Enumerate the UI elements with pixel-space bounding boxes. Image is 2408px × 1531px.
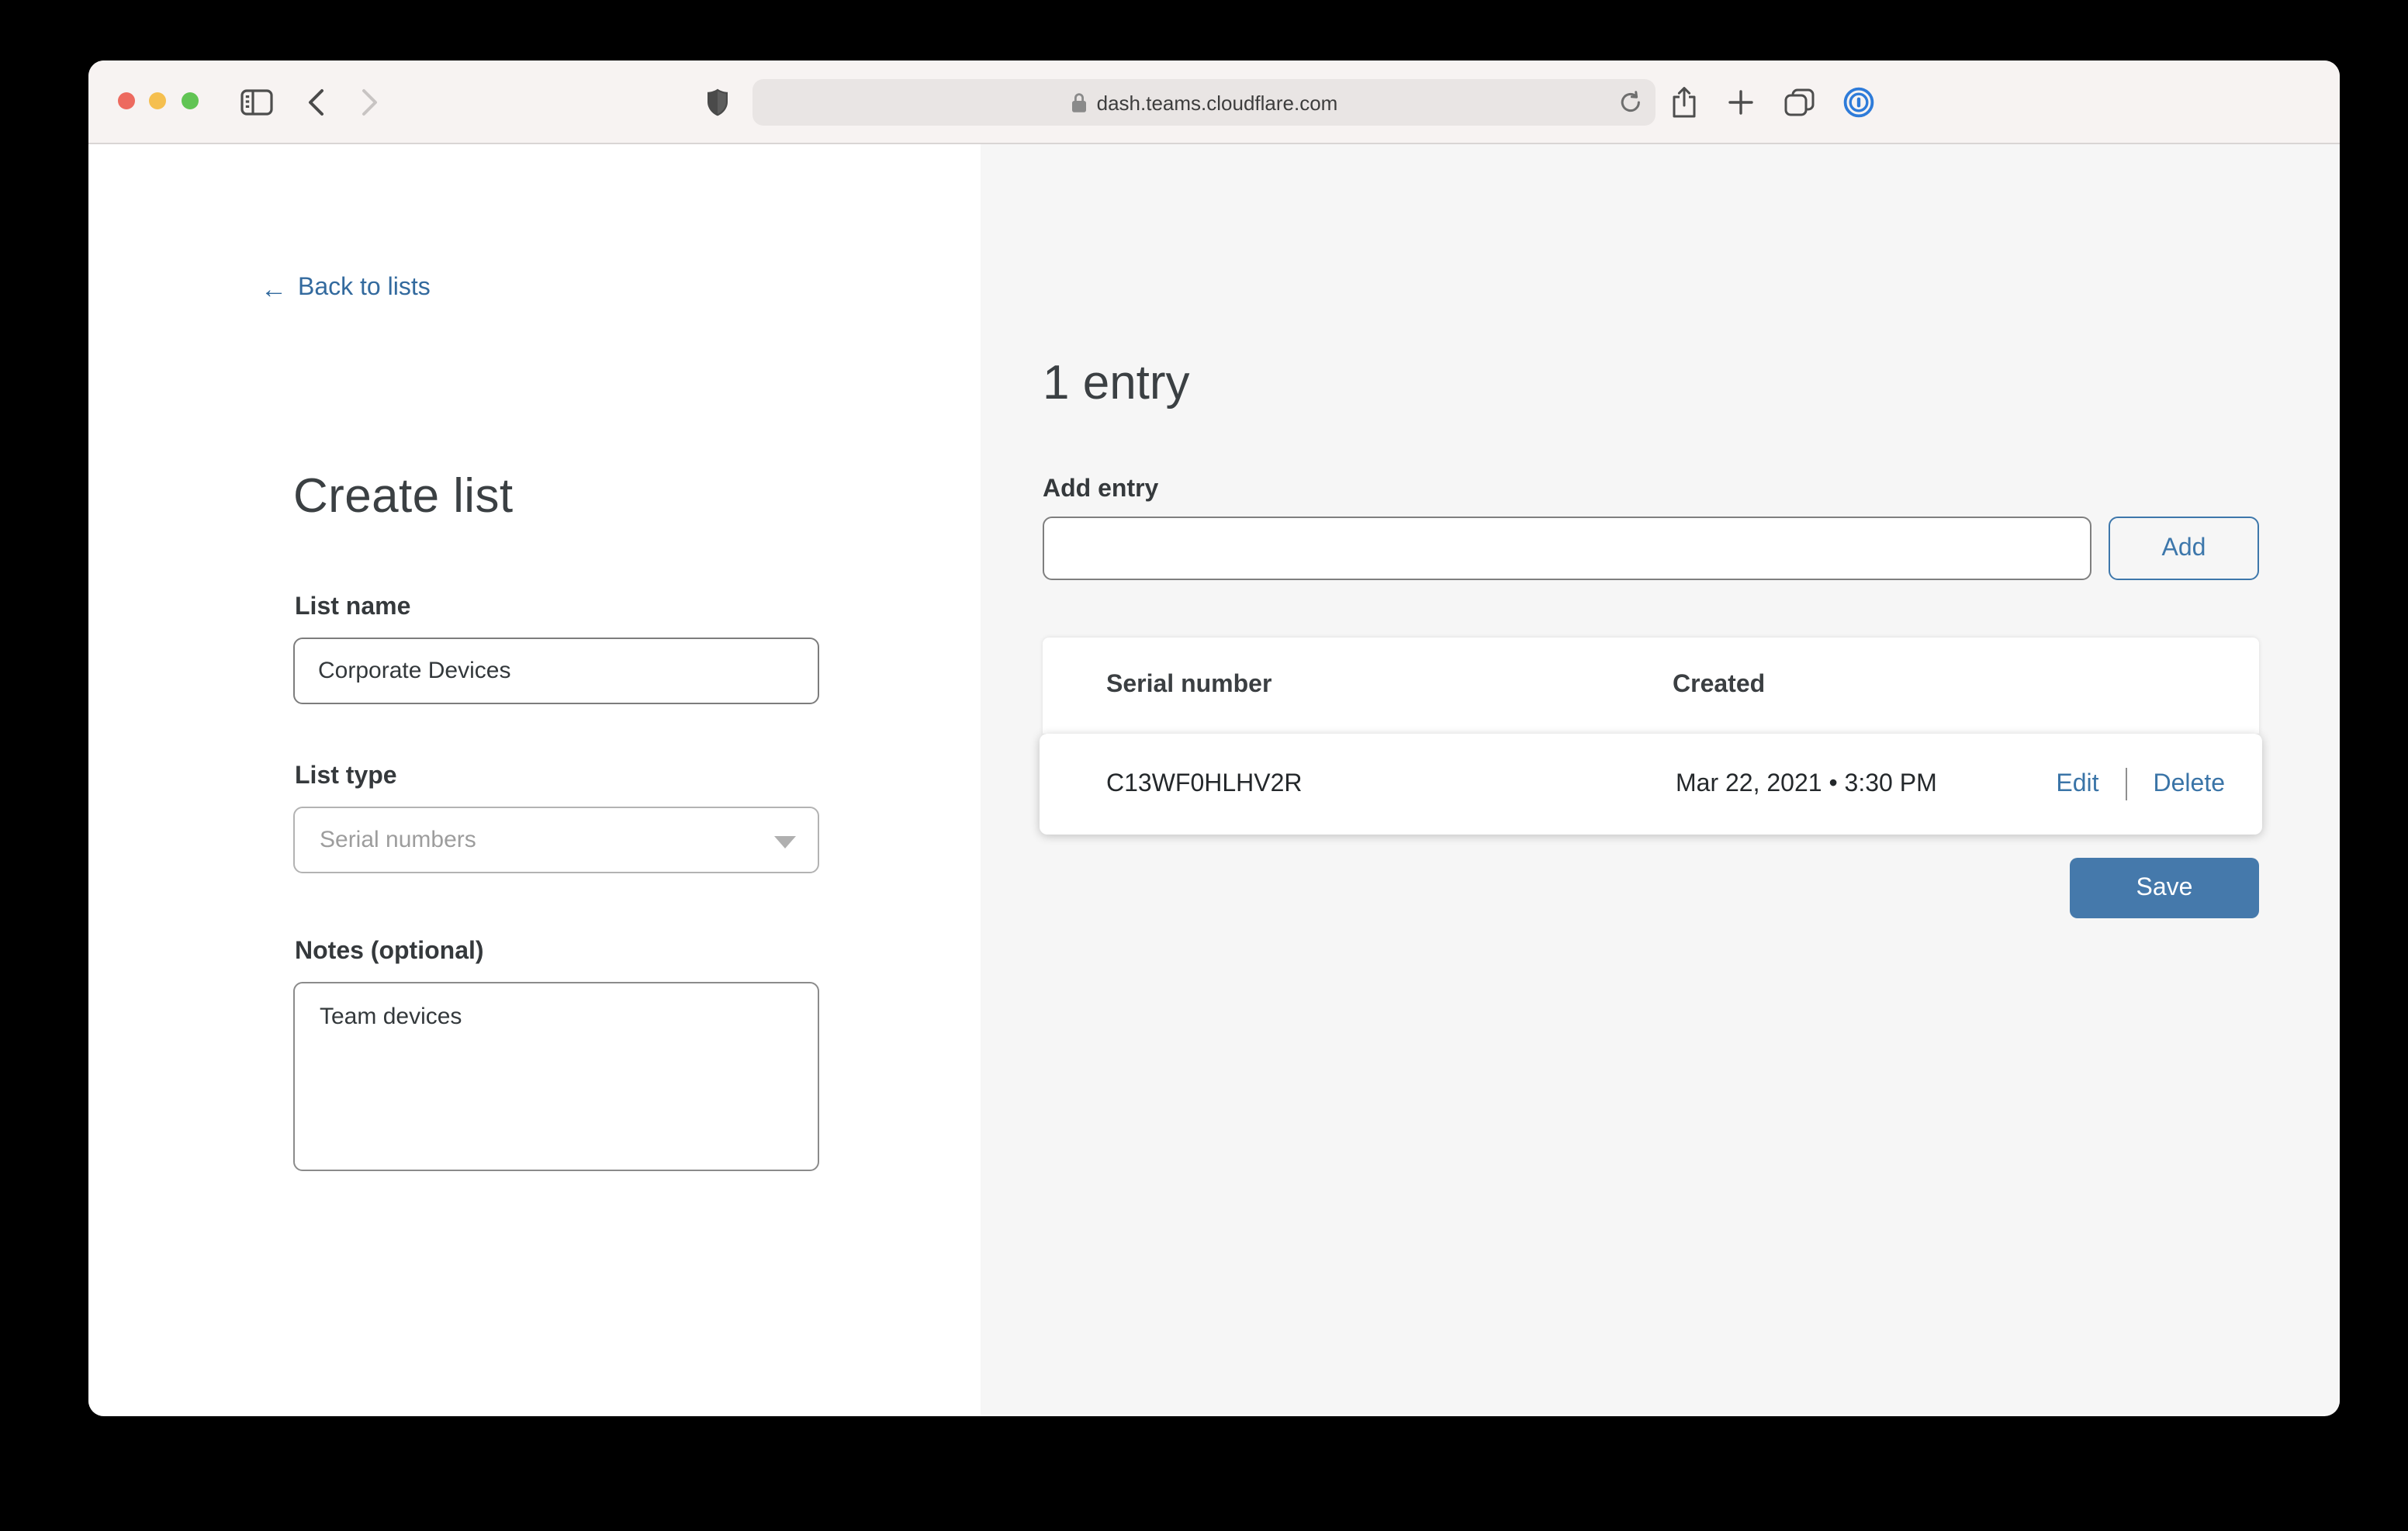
- list-name-label: List name: [295, 594, 410, 622]
- list-name-input[interactable]: [293, 638, 819, 704]
- table-row: C13WF0HLHV2R Mar 22, 2021 • 3:30 PM Edit…: [1040, 734, 2262, 835]
- list-type-label: List type: [295, 763, 397, 791]
- tab-overview-icon[interactable]: [1784, 88, 1815, 116]
- cell-created: Mar 22, 2021 • 3:30 PM: [1676, 770, 2056, 798]
- minimize-window-button[interactable]: [149, 92, 166, 109]
- reload-icon[interactable]: [1618, 90, 1643, 115]
- column-header-created: Created: [1673, 672, 2222, 700]
- entries-panel: 1 entry Add entry Add Serial number Crea…: [981, 144, 2340, 1415]
- page-content: ← Back to lists Create list List name Li…: [88, 144, 2340, 1415]
- browser-toolbar: dash.teams.cloudflare.com: [88, 60, 2340, 144]
- back-to-lists-label: Back to lists: [298, 275, 431, 302]
- entries-count-heading: 1 entry: [1043, 355, 1190, 411]
- list-type-select[interactable]: Serial numbers: [293, 807, 819, 873]
- add-entry-input[interactable]: [1043, 517, 2091, 580]
- create-list-panel: ← Back to lists Create list List name Li…: [88, 144, 981, 1415]
- share-icon[interactable]: [1671, 85, 1697, 118]
- row-actions: Edit Delete: [2056, 768, 2225, 800]
- browser-window: dash.teams.cloudflare.com: [88, 60, 2340, 1416]
- page-title: Create list: [293, 468, 514, 524]
- delete-link[interactable]: Delete: [2154, 770, 2226, 798]
- add-entry-row: Add: [1043, 517, 2259, 580]
- tls-lock-icon[interactable]: [1071, 92, 1088, 113]
- list-type-selected-value: Serial numbers: [320, 827, 476, 853]
- entries-table: Serial number Created C13WF0HLHV2R Mar 2…: [1043, 638, 2259, 835]
- add-button[interactable]: Add: [2109, 517, 2259, 580]
- edit-link[interactable]: Edit: [2056, 770, 2098, 798]
- table-header-row: Serial number Created: [1043, 638, 2259, 734]
- chevron-down-icon: [774, 835, 796, 848]
- back-button-icon[interactable]: [307, 88, 324, 116]
- new-tab-icon[interactable]: [1728, 89, 1753, 114]
- back-to-lists-link[interactable]: ← Back to lists: [261, 275, 431, 302]
- zoom-window-button[interactable]: [181, 92, 198, 109]
- back-arrow-icon: ←: [261, 275, 287, 302]
- close-window-button[interactable]: [118, 92, 135, 109]
- sidebar-toggle-icon[interactable]: [240, 88, 273, 115]
- save-button[interactable]: Save: [2070, 858, 2259, 918]
- screen: dash.teams.cloudflare.com: [0, 0, 2408, 1531]
- privacy-shield-icon[interactable]: [706, 87, 729, 116]
- notes-textarea[interactable]: Team devices: [293, 982, 819, 1171]
- notes-label: Notes (optional): [295, 938, 484, 966]
- cell-serial-number: C13WF0HLHV2R: [1106, 770, 1676, 798]
- forward-button-icon[interactable]: [362, 88, 379, 116]
- column-header-serial-number: Serial number: [1106, 672, 1673, 700]
- url-text: dash.teams.cloudflare.com: [1097, 91, 1338, 114]
- address-bar[interactable]: dash.teams.cloudflare.com: [752, 79, 1656, 126]
- add-entry-label: Add entry: [1043, 476, 1158, 504]
- actions-divider: [2126, 768, 2127, 800]
- onepassword-extension-icon[interactable]: [1843, 86, 1874, 117]
